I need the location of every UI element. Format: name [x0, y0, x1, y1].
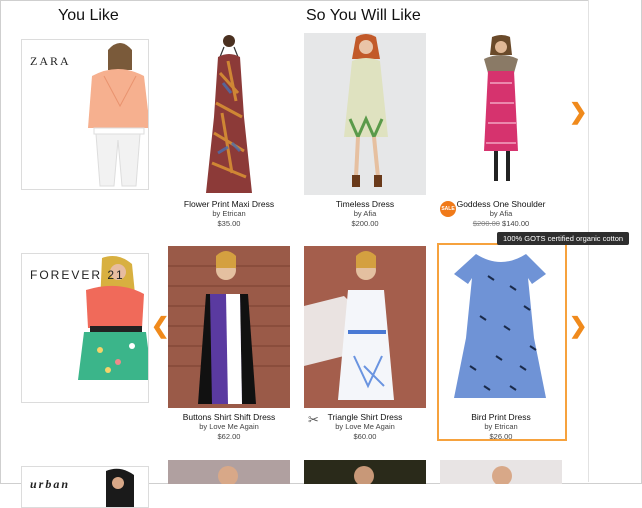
next-arrow-icon[interactable]: ❯	[569, 99, 587, 125]
sale-badge: SALE	[440, 201, 456, 217]
product-card[interactable]	[168, 460, 290, 484]
product-name[interactable]: Flower Print Maxi Dress	[168, 199, 290, 209]
product-card[interactable]: Buttons Shirt Shift Dress by Love Me Aga…	[168, 246, 290, 442]
product-card[interactable]	[304, 460, 426, 484]
brand-logo: FOREVER 21	[30, 268, 125, 282]
product-card[interactable]: Timeless Dress by Afia $200.00	[304, 33, 426, 229]
scissors-icon: ✂	[308, 412, 319, 427]
product-image[interactable]	[168, 33, 290, 195]
product-name[interactable]: Goddess One Shoulder	[440, 199, 562, 209]
product-brand: by Love Me Again	[199, 422, 259, 431]
product-image[interactable]	[304, 33, 426, 195]
liked-item-zara[interactable]: ZARA	[21, 39, 149, 190]
product-image[interactable]	[168, 246, 290, 408]
prev-arrow-icon[interactable]: ❮	[151, 313, 169, 339]
product-price-wrap: $200.00 $140.00	[440, 219, 562, 229]
liked-item-urban[interactable]: urban	[21, 466, 149, 508]
product-brand: by Etrican	[212, 209, 246, 218]
product-price: $200.00	[351, 219, 379, 228]
product-image[interactable]	[304, 246, 426, 408]
product-brand: by Afia	[489, 209, 513, 218]
product-image[interactable]	[440, 460, 562, 484]
product-tooltip: 100% GOTS certified organic cotton	[497, 232, 630, 245]
product-name[interactable]: Triangle Shirt Dress	[304, 412, 426, 422]
product-price: $35.00	[217, 219, 241, 228]
so-you-will-like-heading: So You Will Like	[306, 7, 421, 24]
product-old-price: $200.00	[472, 219, 500, 228]
you-like-heading: You Like	[58, 7, 119, 24]
product-image[interactable]	[304, 460, 426, 484]
product-price: $140.00	[502, 219, 530, 228]
product-brand: by Afia	[353, 209, 377, 218]
brand-logo: urban	[30, 477, 71, 491]
product-price: $60.00	[353, 432, 377, 441]
next-arrow-icon[interactable]: ❯	[569, 313, 587, 339]
product-image[interactable]	[168, 460, 290, 484]
product-card[interactable]: Triangle Shirt Dress by Love Me Again $6…	[304, 246, 426, 442]
product-name[interactable]: Timeless Dress	[304, 199, 426, 209]
product-card[interactable]: Flower Print Maxi Dress by Etrican $35.0…	[168, 33, 290, 229]
product-card[interactable]: Goddess One Shoulder by Afia $200.00 $14…	[440, 33, 562, 229]
liked-item-forever21[interactable]: FOREVER 21	[21, 253, 149, 403]
brand-logo: ZARA	[30, 54, 71, 68]
product-card[interactable]	[440, 460, 562, 484]
product-brand: by Love Me Again	[335, 422, 395, 431]
selected-product-highlight	[437, 243, 567, 441]
product-image[interactable]	[440, 33, 562, 195]
product-name[interactable]: Buttons Shirt Shift Dress	[168, 412, 290, 422]
product-price: $62.00	[217, 432, 241, 441]
